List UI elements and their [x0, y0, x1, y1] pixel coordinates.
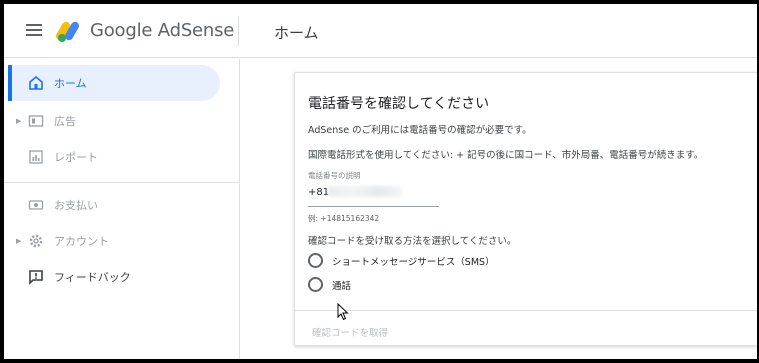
top-app-bar: Google AdSense ホーム — [4, 4, 757, 58]
expand-arrow-icon[interactable]: ▶ — [16, 117, 21, 125]
sidebar: ホーム ▶ 広告 レポート お支払い ▶ アカウント フィードバック — [4, 59, 240, 359]
verification-required-text: AdSense のご利用には電話番号の確認が必要です。 — [308, 125, 532, 136]
phone-field-label: 電話番号の説明 — [308, 171, 361, 180]
gear-icon — [29, 234, 43, 248]
sidebar-item-label: お支払い — [54, 199, 98, 212]
radio-button[interactable] — [308, 277, 323, 292]
sidebar-divider — [4, 182, 240, 183]
sidebar-item-account[interactable]: ▶ アカウント — [8, 223, 220, 259]
page-title: ホーム — [274, 24, 319, 42]
sidebar-item-label: レポート — [54, 151, 98, 164]
feedback-icon — [29, 270, 43, 285]
app-window: Google AdSense ホーム ホーム ▶ 広告 レポート お支払い ▶ … — [4, 4, 757, 359]
redacted-phone-number — [328, 186, 402, 197]
expand-arrow-icon[interactable]: ▶ — [16, 237, 21, 245]
phone-number-input[interactable]: +81 — [308, 183, 439, 207]
card-title: 電話番号を確認してください — [308, 96, 490, 112]
report-icon — [29, 150, 43, 164]
mouse-cursor-icon — [337, 303, 349, 321]
product-name[interactable]: Google AdSense — [90, 20, 234, 41]
home-icon — [29, 75, 43, 90]
sidebar-item-reports[interactable]: レポート — [8, 139, 220, 175]
method-prompt-text: 確認コードを受け取る方法を選択してください。 — [308, 236, 517, 247]
card-footer-divider — [295, 310, 757, 311]
phone-field-example: 例: +14815162342 — [308, 214, 380, 223]
sidebar-item-payments[interactable]: お支払い — [8, 187, 220, 223]
format-instruction-text: 国際電話形式を使用してください: + 記号の後に国コード、市外局番、電話番号が続… — [308, 150, 704, 161]
sidebar-item-ads[interactable]: ▶ 広告 — [8, 103, 220, 139]
call-option[interactable]: 通話 — [308, 277, 351, 292]
sidebar-item-feedback[interactable]: フィードバック — [8, 259, 220, 295]
ads-icon — [28, 115, 44, 127]
phone-verification-card: 電話番号を確認してください AdSense のご利用には電話番号の確認が必要です… — [294, 72, 757, 346]
sidebar-item-label: アカウント — [54, 235, 109, 248]
call-option-label: 通話 — [332, 280, 352, 292]
menu-icon[interactable] — [26, 24, 42, 36]
sidebar-item-label: フィードバック — [54, 271, 131, 284]
header-divider — [238, 16, 239, 46]
sidebar-item-label: 広告 — [54, 115, 76, 128]
radio-button[interactable] — [308, 253, 323, 268]
sidebar-item-home[interactable]: ホーム — [8, 65, 220, 101]
payments-icon — [28, 200, 44, 210]
sms-option-label: ショートメッセージサービス（SMS） — [332, 256, 495, 268]
get-code-button[interactable]: 確認コードを取得 — [312, 325, 388, 339]
adsense-logo-icon — [56, 21, 79, 42]
country-code-prefix: +81 — [308, 187, 330, 198]
sidebar-item-label: ホーム — [54, 77, 87, 90]
sms-option[interactable]: ショートメッセージサービス（SMS） — [308, 253, 495, 268]
